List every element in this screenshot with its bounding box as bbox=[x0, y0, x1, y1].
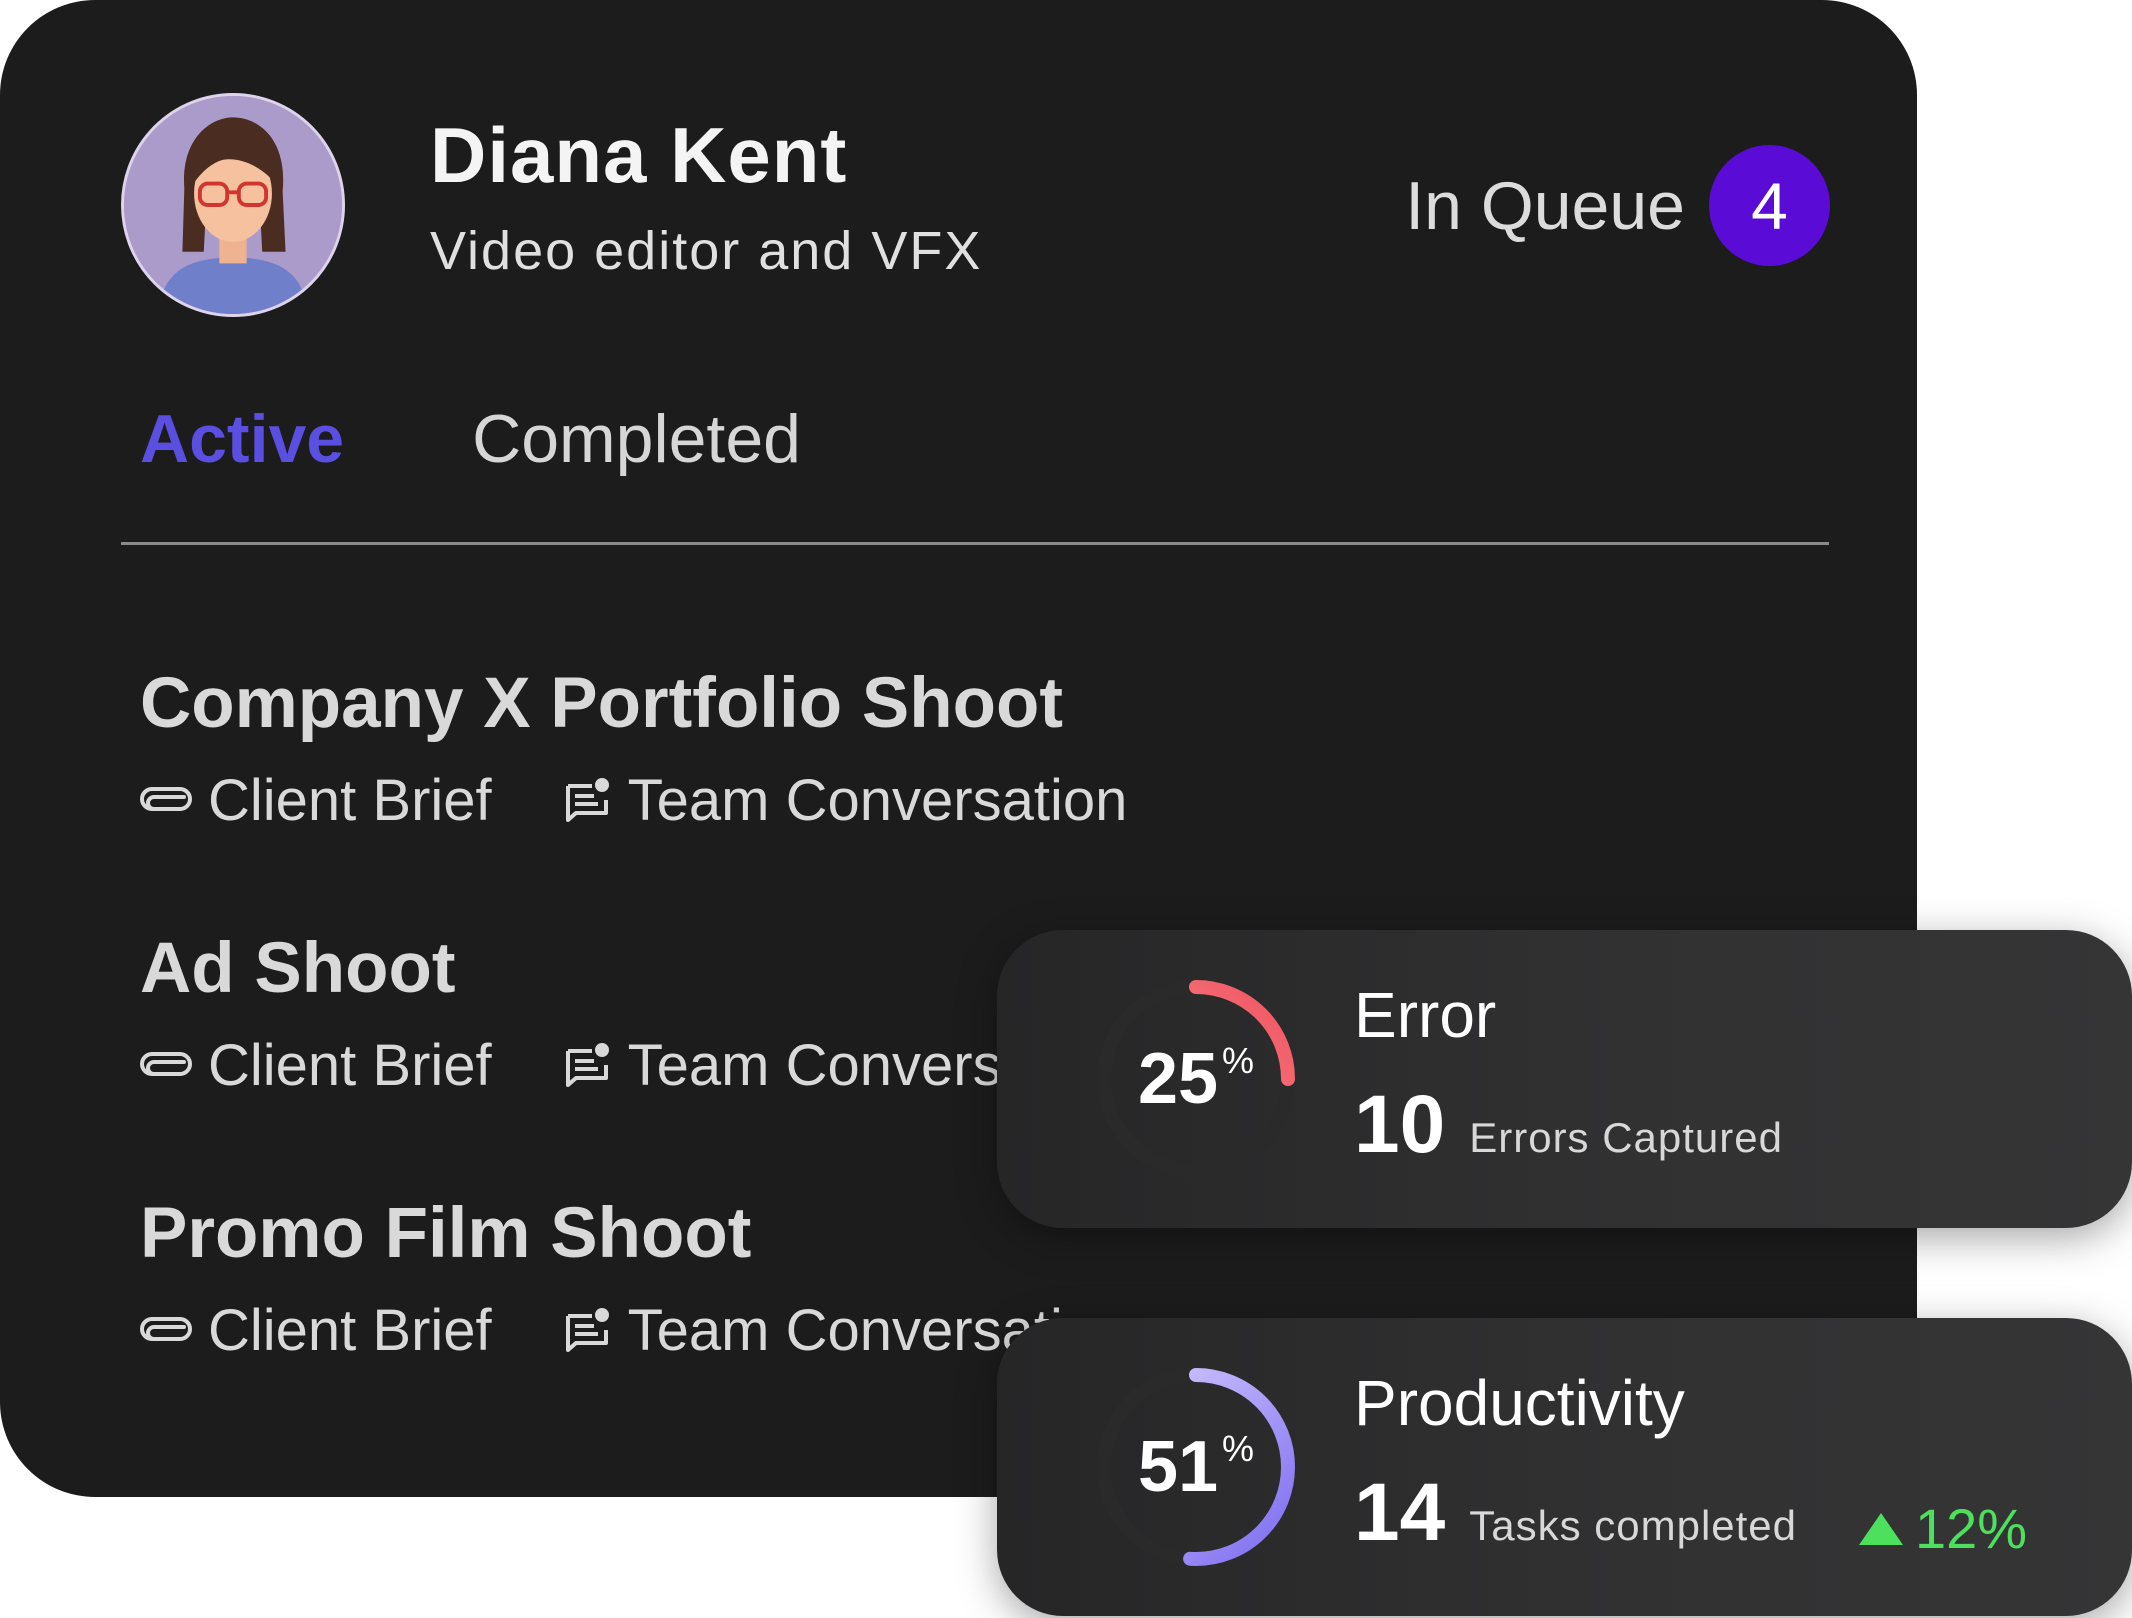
productivity-title: Productivity bbox=[1354, 1367, 1685, 1439]
project-links: Client Brief Team Conversation bbox=[140, 767, 1127, 834]
productivity-trend-value: 12% bbox=[1915, 1497, 2028, 1560]
error-percent-unit: % bbox=[1222, 1040, 1255, 1081]
client-brief-label: Client Brief bbox=[208, 768, 492, 833]
client-brief-link[interactable]: Client Brief bbox=[140, 1032, 492, 1099]
chat-notification-icon bbox=[565, 1307, 609, 1352]
queue-indicator[interactable]: In Queue 4 bbox=[1405, 145, 1830, 266]
project-item[interactable]: Company X Portfolio Shoot Client Brief T… bbox=[140, 668, 1127, 834]
productivity-progress-ring: 51 % bbox=[1081, 1352, 1311, 1582]
client-brief-link[interactable]: Client Brief bbox=[140, 767, 492, 834]
tab-bar: Active Completed bbox=[140, 400, 801, 478]
tab-active[interactable]: Active bbox=[140, 400, 344, 478]
project-title: Company X Portfolio Shoot bbox=[140, 664, 1063, 743]
error-count: 10 bbox=[1354, 1079, 1446, 1170]
project-item[interactable]: Promo Film Shoot Client Brief Team Conve… bbox=[140, 1198, 1127, 1364]
error-percent-value: 25 % bbox=[1081, 964, 1311, 1194]
project-title: Promo Film Shoot bbox=[140, 1194, 752, 1273]
tab-completed[interactable]: Completed bbox=[472, 400, 801, 478]
user-role: Video editor and VFX bbox=[430, 221, 983, 281]
stage: Diana Kent Video editor and VFX In Queue… bbox=[0, 0, 2132, 1618]
queue-count-badge: 4 bbox=[1709, 145, 1830, 266]
client-brief-label: Client Brief bbox=[208, 1298, 492, 1363]
client-brief-label: Client Brief bbox=[208, 1033, 492, 1098]
avatar[interactable] bbox=[121, 93, 345, 317]
user-name: Diana Kent bbox=[430, 111, 848, 199]
productivity-caption: Tasks completed bbox=[1469, 1502, 1798, 1549]
error-progress-ring: 25 % bbox=[1081, 964, 1311, 1194]
productivity-percent-value: 51 % bbox=[1081, 1352, 1311, 1582]
error-stat-card[interactable]: 25 % Error 10 Errors Captured bbox=[997, 930, 2132, 1228]
team-conversation-link[interactable]: Team Conversation bbox=[562, 767, 1128, 834]
productivity-count: 14 bbox=[1354, 1467, 1446, 1558]
productivity-count-row: 14 Tasks completed bbox=[1354, 1466, 1797, 1560]
client-brief-link[interactable]: Client Brief bbox=[140, 1297, 492, 1364]
productivity-stat-card[interactable]: 51 % Productivity 14 Tasks completed 12% bbox=[997, 1318, 2132, 1616]
tab-divider bbox=[121, 542, 1829, 545]
productivity-percent-unit: % bbox=[1222, 1428, 1255, 1469]
project-item[interactable]: Ad Shoot Client Brief Team Conversation bbox=[140, 933, 1127, 1099]
chat-notification-icon bbox=[565, 777, 609, 822]
woman-with-glasses-avatar-icon bbox=[124, 96, 342, 314]
productivity-percent: 51 bbox=[1137, 1427, 1219, 1507]
error-count-row: 10 Errors Captured bbox=[1354, 1078, 1783, 1172]
project-links: Client Brief Team Conversation bbox=[140, 1297, 1127, 1364]
project-title: Ad Shoot bbox=[140, 929, 456, 1008]
paperclip-icon bbox=[140, 1051, 192, 1076]
paperclip-icon bbox=[140, 786, 192, 811]
error-caption: Errors Captured bbox=[1469, 1114, 1783, 1161]
paperclip-icon bbox=[140, 1316, 192, 1341]
profile-card: Diana Kent Video editor and VFX In Queue… bbox=[0, 0, 1917, 1497]
project-links: Client Brief Team Conversation bbox=[140, 1032, 1127, 1099]
chat-notification-icon bbox=[565, 1042, 609, 1087]
triangle-up-icon bbox=[1859, 1512, 1903, 1545]
productivity-trend: 12% bbox=[1857, 1496, 2027, 1561]
queue-label: In Queue bbox=[1405, 167, 1685, 244]
team-conversation-label: Team Conversation bbox=[627, 768, 1128, 833]
error-percent: 25 bbox=[1137, 1039, 1219, 1119]
error-title: Error bbox=[1354, 979, 1497, 1051]
